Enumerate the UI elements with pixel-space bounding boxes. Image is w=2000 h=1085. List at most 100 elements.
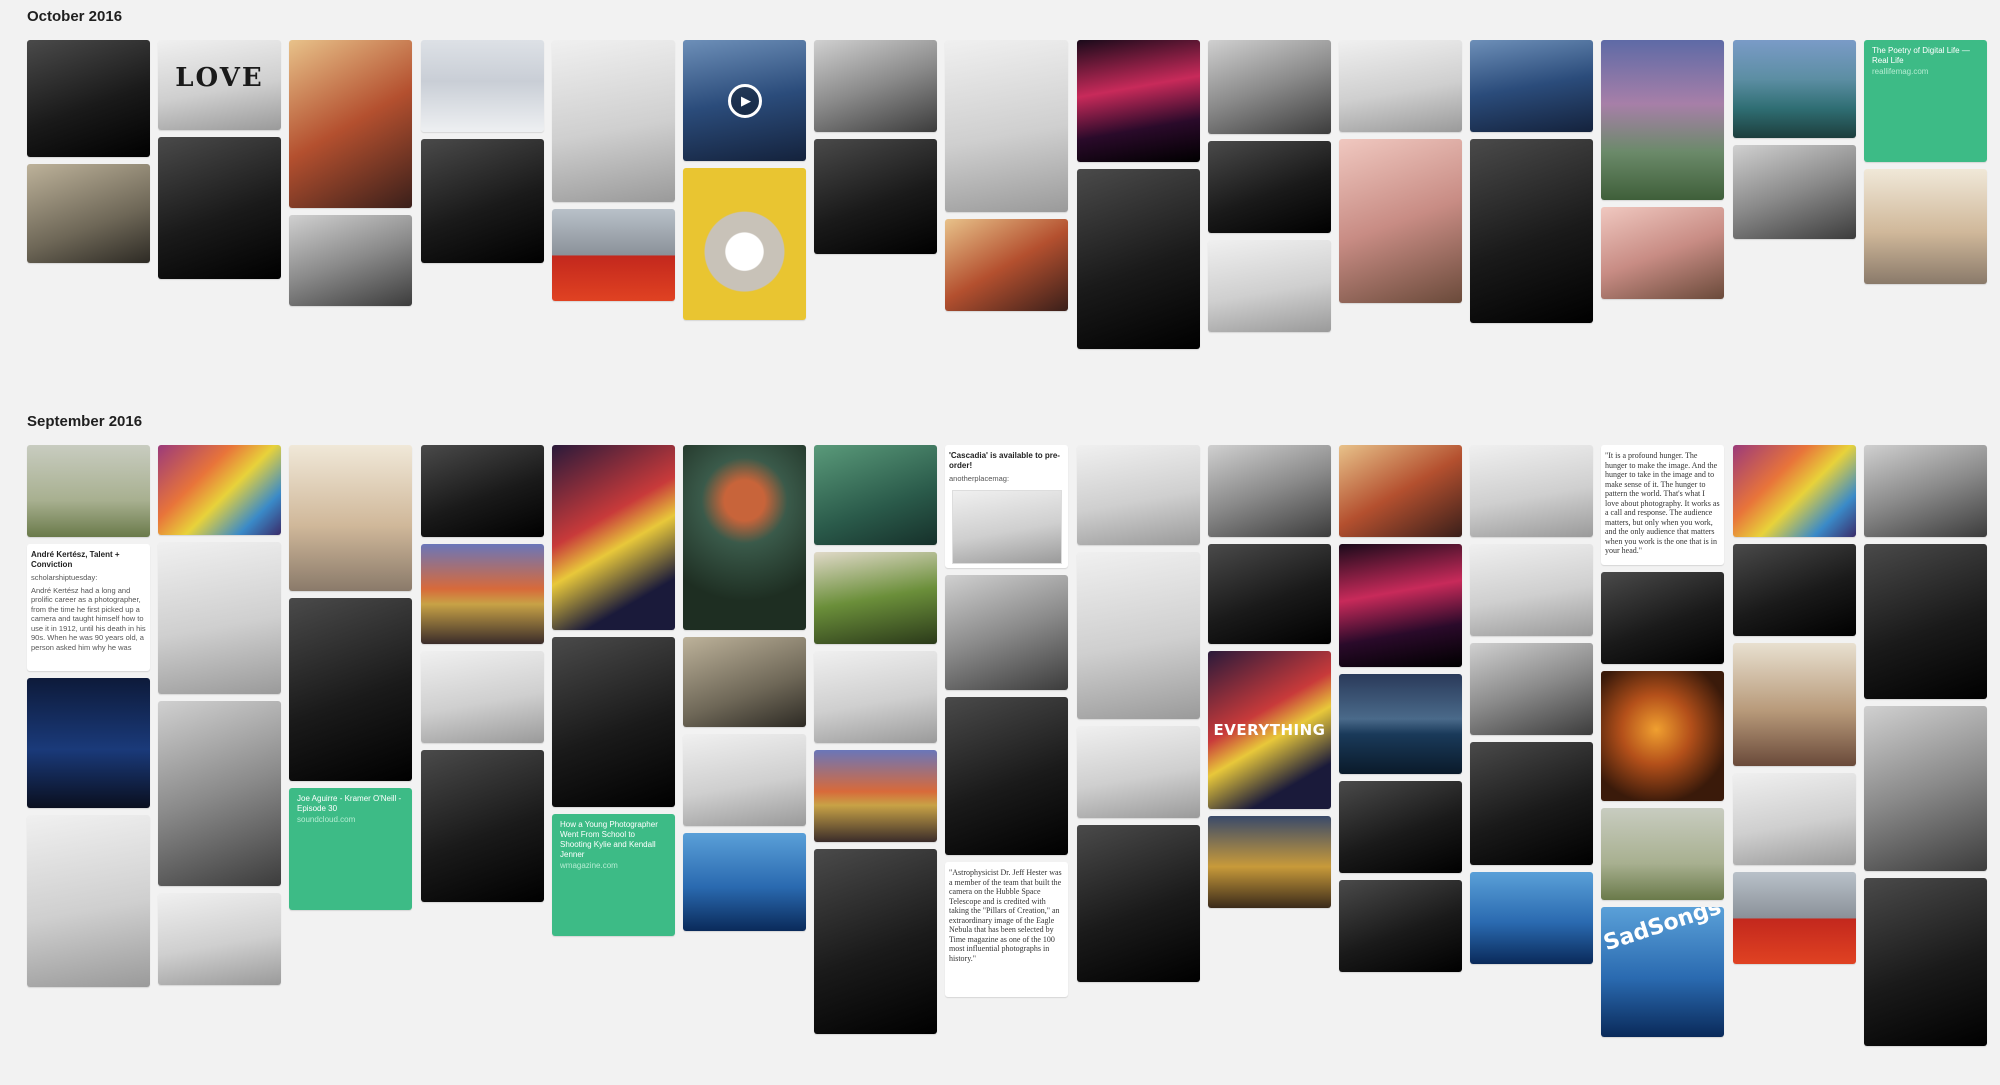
photo-thumbnail[interactable] — [27, 445, 150, 537]
photo-thumbnail[interactable] — [814, 651, 937, 743]
photo-thumbnail[interactable] — [1733, 773, 1856, 865]
link-url: reallifemag.com — [1872, 67, 1929, 76]
photo-thumbnail[interactable] — [1601, 808, 1724, 900]
photo-thumbnail[interactable] — [1339, 139, 1462, 303]
text-post-card[interactable]: 'Cascadia' is available to pre-order! ano… — [945, 445, 1068, 568]
link-post-card[interactable]: How a Young Photographer Went From Schoo… — [552, 814, 675, 936]
photo-thumbnail[interactable] — [1470, 742, 1593, 865]
photo-thumbnail[interactable] — [421, 544, 544, 644]
photo-thumbnail[interactable] — [1864, 445, 1987, 537]
photo-thumbnail[interactable] — [683, 445, 806, 630]
link-title[interactable]: The Poetry of Digital Life — Real Life — [1872, 46, 1979, 66]
photo-thumbnail[interactable] — [1208, 445, 1331, 537]
photo-thumbnail[interactable] — [1077, 552, 1200, 719]
photo-thumbnail[interactable] — [27, 164, 150, 263]
photo-thumbnail[interactable] — [1733, 40, 1856, 138]
link-post-card[interactable]: Joe Aguirre - Kramer O'Neill - Episode 3… — [289, 788, 412, 910]
photo-thumbnail[interactable] — [158, 542, 281, 694]
text-post-card[interactable]: "It is a profound hunger. The hunger to … — [1601, 445, 1724, 565]
photo-thumbnail[interactable] — [683, 833, 806, 931]
photo-thumbnail[interactable] — [1864, 544, 1987, 699]
photo-thumbnail[interactable] — [1733, 643, 1856, 766]
photo-thumbnail[interactable] — [289, 215, 412, 306]
photo-thumbnail[interactable] — [1077, 169, 1200, 349]
text-post-card[interactable]: "Astrophysicist Dr. Jeff Hester was a me… — [945, 862, 1068, 997]
photo-thumbnail[interactable] — [1077, 445, 1200, 545]
photo-thumbnail[interactable] — [945, 219, 1068, 311]
photo-thumbnail[interactable] — [1601, 572, 1724, 664]
photo-thumbnail[interactable] — [1470, 445, 1593, 537]
photo-thumbnail[interactable] — [1208, 544, 1331, 644]
photo-thumbnail[interactable] — [289, 598, 412, 781]
photo-thumbnail[interactable] — [1470, 544, 1593, 636]
photo-thumbnail[interactable] — [945, 575, 1068, 690]
photo-thumbnail[interactable] — [1077, 40, 1200, 162]
photo-thumbnail[interactable] — [552, 637, 675, 807]
photo-thumbnail[interactable] — [1601, 40, 1724, 200]
photo-thumbnail[interactable]: SadSongs — [1601, 907, 1724, 1037]
photo-thumbnail[interactable] — [1339, 40, 1462, 132]
photo-thumbnail[interactable] — [1864, 878, 1987, 1046]
link-post-card[interactable]: The Poetry of Digital Life — Real Life re… — [1864, 40, 1987, 162]
photo-thumbnail[interactable] — [814, 750, 937, 842]
photo-thumbnail[interactable] — [814, 849, 937, 1034]
photo-thumbnail[interactable]: EVERYTHING — [1208, 651, 1331, 809]
photo-image — [683, 445, 806, 630]
photo-thumbnail[interactable] — [1733, 544, 1856, 636]
photo-thumbnail[interactable] — [1470, 643, 1593, 735]
photo-thumbnail[interactable] — [289, 40, 412, 208]
photo-thumbnail[interactable] — [158, 701, 281, 886]
photo-thumbnail[interactable] — [1733, 145, 1856, 239]
photo-thumbnail[interactable] — [1208, 816, 1331, 908]
photo-thumbnail[interactable] — [421, 651, 544, 743]
photo-thumbnail[interactable] — [1339, 544, 1462, 667]
photo-thumbnail[interactable] — [552, 445, 675, 630]
photo-thumbnail[interactable] — [1339, 781, 1462, 873]
photo-thumbnail[interactable] — [1470, 872, 1593, 964]
photo-thumbnail[interactable] — [158, 445, 281, 535]
photo-thumbnail[interactable] — [1077, 825, 1200, 982]
link-title[interactable]: Joe Aguirre - Kramer O'Neill - Episode 3… — [297, 794, 404, 814]
photo-thumbnail[interactable] — [1470, 40, 1593, 132]
photo-thumbnail[interactable] — [1339, 880, 1462, 972]
photo-thumbnail[interactable] — [421, 40, 544, 132]
photo-thumbnail[interactable] — [945, 40, 1068, 212]
photo-thumbnail[interactable] — [421, 750, 544, 902]
photo-thumbnail[interactable] — [289, 445, 412, 591]
photo-thumbnail[interactable] — [1077, 726, 1200, 818]
photo-thumbnail[interactable] — [552, 40, 675, 202]
photo-thumbnail[interactable] — [683, 734, 806, 826]
video-thumbnail[interactable]: ▶ — [683, 40, 806, 161]
photo-thumbnail[interactable] — [1733, 445, 1856, 537]
photo-thumbnail[interactable] — [683, 637, 806, 727]
photo-thumbnail[interactable] — [1601, 207, 1724, 299]
photo-thumbnail[interactable] — [814, 445, 937, 545]
photo-thumbnail[interactable] — [814, 40, 937, 132]
photo-thumbnail[interactable] — [1601, 671, 1724, 801]
photo-thumbnail[interactable] — [945, 697, 1068, 855]
photo-thumbnail[interactable] — [158, 137, 281, 279]
photo-thumbnail[interactable] — [1208, 40, 1331, 134]
photo-thumbnail[interactable] — [158, 893, 281, 985]
photo-thumbnail[interactable] — [421, 139, 544, 263]
photo-thumbnail[interactable] — [1733, 872, 1856, 964]
photo-thumbnail[interactable] — [1339, 674, 1462, 774]
text-post-card[interactable]: André Kertész, Talent + Conviction schola… — [27, 544, 150, 671]
photo-thumbnail[interactable] — [1864, 169, 1987, 284]
photo-thumbnail[interactable] — [27, 815, 150, 987]
photo-thumbnail[interactable] — [552, 209, 675, 301]
photo-thumbnail[interactable] — [421, 445, 544, 537]
photo-thumbnail[interactable] — [814, 139, 937, 254]
play-icon[interactable]: ▶ — [727, 83, 762, 118]
photo-thumbnail[interactable] — [1470, 139, 1593, 323]
photo-thumbnail[interactable] — [1208, 240, 1331, 332]
photo-thumbnail[interactable]: LOVE — [158, 40, 281, 130]
photo-thumbnail[interactable] — [683, 168, 806, 320]
photo-thumbnail[interactable] — [27, 40, 150, 157]
photo-thumbnail[interactable] — [814, 552, 937, 644]
link-title[interactable]: How a Young Photographer Went From Schoo… — [560, 820, 667, 860]
photo-thumbnail[interactable] — [1208, 141, 1331, 233]
photo-thumbnail[interactable] — [27, 678, 150, 808]
photo-thumbnail[interactable] — [1864, 706, 1987, 871]
photo-thumbnail[interactable] — [1339, 445, 1462, 537]
